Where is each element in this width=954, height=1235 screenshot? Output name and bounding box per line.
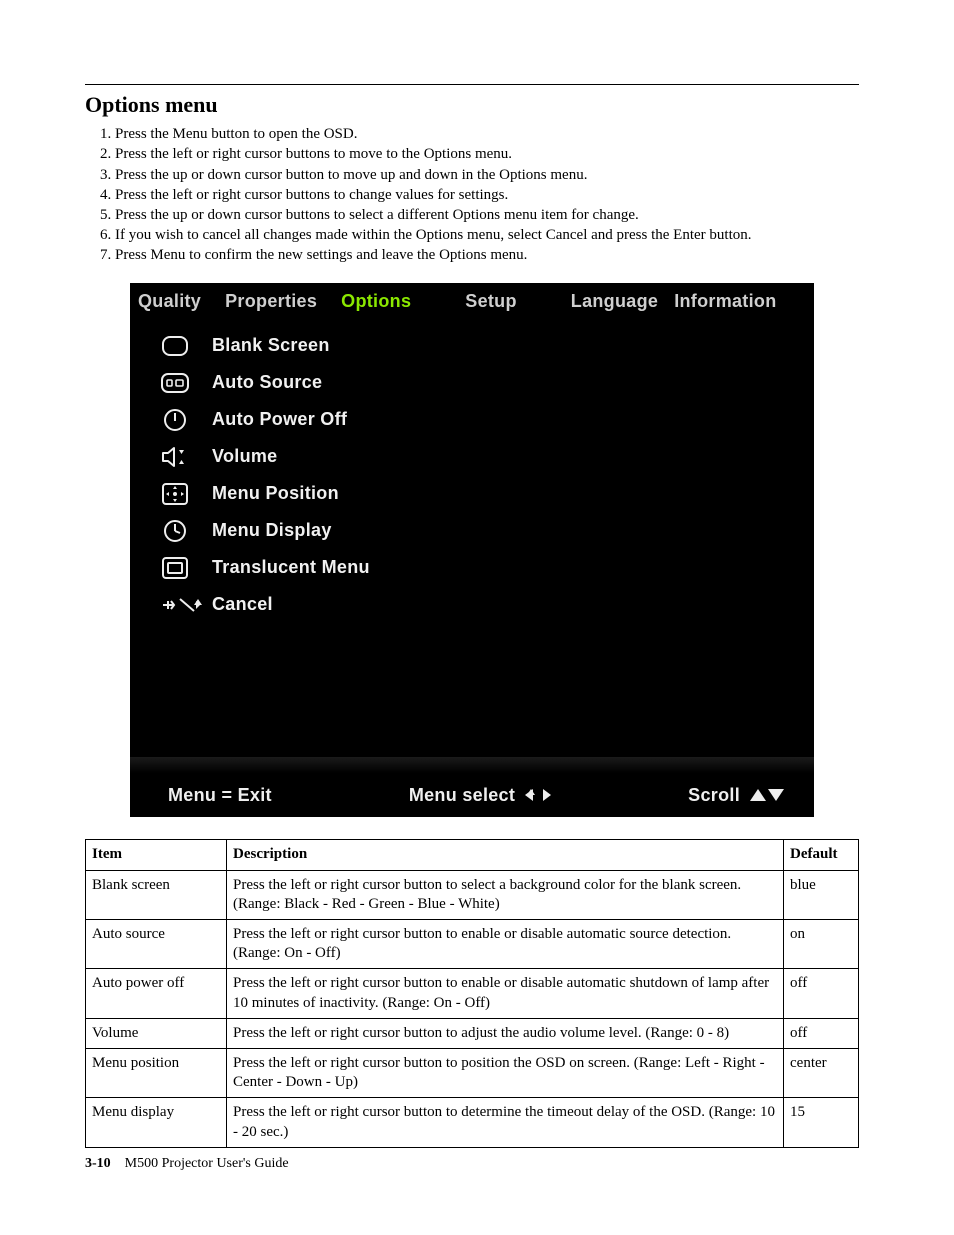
table-row: Auto source Press the left or right curs…	[86, 920, 859, 969]
cell-item: Menu display	[86, 1098, 227, 1147]
cell-desc: Press the left or right cursor button to…	[227, 1018, 784, 1048]
cell-item: Menu position	[86, 1048, 227, 1097]
osd-tab-information[interactable]: Information	[670, 284, 788, 319]
book-title: M500 Projector User's Guide	[125, 1156, 289, 1171]
clock-icon	[160, 519, 190, 543]
cell-item: Volume	[86, 1018, 227, 1048]
section-heading: Options menu	[85, 91, 859, 119]
osd-footer-select-label: Menu select	[409, 784, 515, 807]
osd-footer-exit: Menu = Exit	[168, 784, 272, 807]
blank-screen-icon	[160, 334, 190, 358]
left-right-arrows-icon	[525, 787, 551, 803]
instruction-step: Press the left or right cursor buttons t…	[115, 186, 859, 205]
osd-screenshot: Quality Properties Options Setup Languag…	[130, 283, 814, 817]
page-footer: 3-10 M500 Projector User's Guide	[85, 1155, 289, 1173]
instruction-step: Press the Menu button to open the OSD.	[115, 125, 859, 144]
instruction-step: Press the up or down cursor buttons to s…	[115, 206, 859, 225]
auto-source-icon	[160, 371, 190, 395]
osd-footer: Menu = Exit Menu select Scroll	[130, 773, 814, 817]
cell-default: off	[784, 1018, 859, 1048]
osd-footer-scroll-label: Scroll	[688, 784, 740, 807]
table-row: Auto power off Press the left or right c…	[86, 969, 859, 1018]
instruction-step: Press the up or down cursor button to mo…	[115, 166, 859, 185]
col-header-default: Default	[784, 840, 859, 870]
cell-desc: Press the left or right cursor button to…	[227, 1048, 784, 1097]
cell-default: blue	[784, 870, 859, 919]
table-row: Menu display Press the left or right cur…	[86, 1098, 859, 1147]
cell-desc: Press the left or right cursor button to…	[227, 920, 784, 969]
menu-position-icon	[160, 482, 190, 506]
osd-tab-options[interactable]: Options	[329, 284, 423, 319]
instruction-step: Press the left or right cursor buttons t…	[115, 145, 859, 164]
cell-default: center	[784, 1048, 859, 1097]
osd-tab-properties[interactable]: Properties	[213, 284, 329, 319]
table-row: Volume Press the left or right cursor bu…	[86, 1018, 859, 1048]
col-header-item: Item	[86, 840, 227, 870]
osd-item-auto-power-off[interactable]: Auto Power Off	[130, 401, 814, 438]
osd-tab-bar: Quality Properties Options Setup Languag…	[130, 283, 814, 319]
up-down-arrows-icon	[750, 787, 784, 803]
cell-default: off	[784, 969, 859, 1018]
osd-item-label: Cancel	[212, 593, 273, 616]
page-number: 3-10	[85, 1156, 111, 1171]
cell-item: Blank screen	[86, 870, 227, 919]
osd-item-label: Menu Position	[212, 482, 339, 505]
options-description-table: Item Description Default Blank screen Pr…	[85, 839, 859, 1147]
osd-tab-language[interactable]: Language	[559, 284, 670, 319]
translucent-menu-icon	[160, 556, 190, 580]
osd-item-translucent-menu[interactable]: Translucent Menu	[130, 549, 814, 586]
osd-item-volume[interactable]: Volume	[130, 438, 814, 475]
cell-default: on	[784, 920, 859, 969]
osd-tab-quality[interactable]: Quality	[130, 284, 213, 319]
osd-item-blank-screen[interactable]: Blank Screen	[130, 327, 814, 364]
cell-desc: Press the left or right cursor button to…	[227, 969, 784, 1018]
power-icon	[160, 408, 190, 432]
osd-item-menu-display[interactable]: Menu Display	[130, 512, 814, 549]
osd-item-menu-position[interactable]: Menu Position	[130, 475, 814, 512]
cell-desc: Press the left or right cursor button to…	[227, 870, 784, 919]
osd-item-label: Volume	[212, 445, 277, 468]
osd-item-label: Translucent Menu	[212, 556, 370, 579]
instruction-step: If you wish to cancel all changes made w…	[115, 226, 859, 245]
volume-icon	[160, 445, 190, 469]
osd-item-label: Menu Display	[212, 519, 332, 542]
cell-default: 15	[784, 1098, 859, 1147]
table-row: Blank screen Press the left or right cur…	[86, 870, 859, 919]
table-row: Menu position Press the left or right cu…	[86, 1048, 859, 1097]
cell-item: Auto source	[86, 920, 227, 969]
col-header-description: Description	[227, 840, 784, 870]
instruction-list: Press the Menu button to open the OSD. P…	[95, 125, 859, 265]
cell-item: Auto power off	[86, 969, 227, 1018]
cancel-icon	[160, 593, 202, 617]
osd-item-auto-source[interactable]: Auto Source	[130, 364, 814, 401]
osd-item-label: Auto Power Off	[212, 408, 347, 431]
instruction-step: Press Menu to confirm the new settings a…	[115, 246, 859, 265]
osd-tab-setup[interactable]: Setup	[453, 284, 529, 319]
osd-item-cancel[interactable]: Cancel	[130, 586, 814, 623]
cell-desc: Press the left or right cursor button to…	[227, 1098, 784, 1147]
osd-item-label: Blank Screen	[212, 334, 330, 357]
osd-item-label: Auto Source	[212, 371, 322, 394]
